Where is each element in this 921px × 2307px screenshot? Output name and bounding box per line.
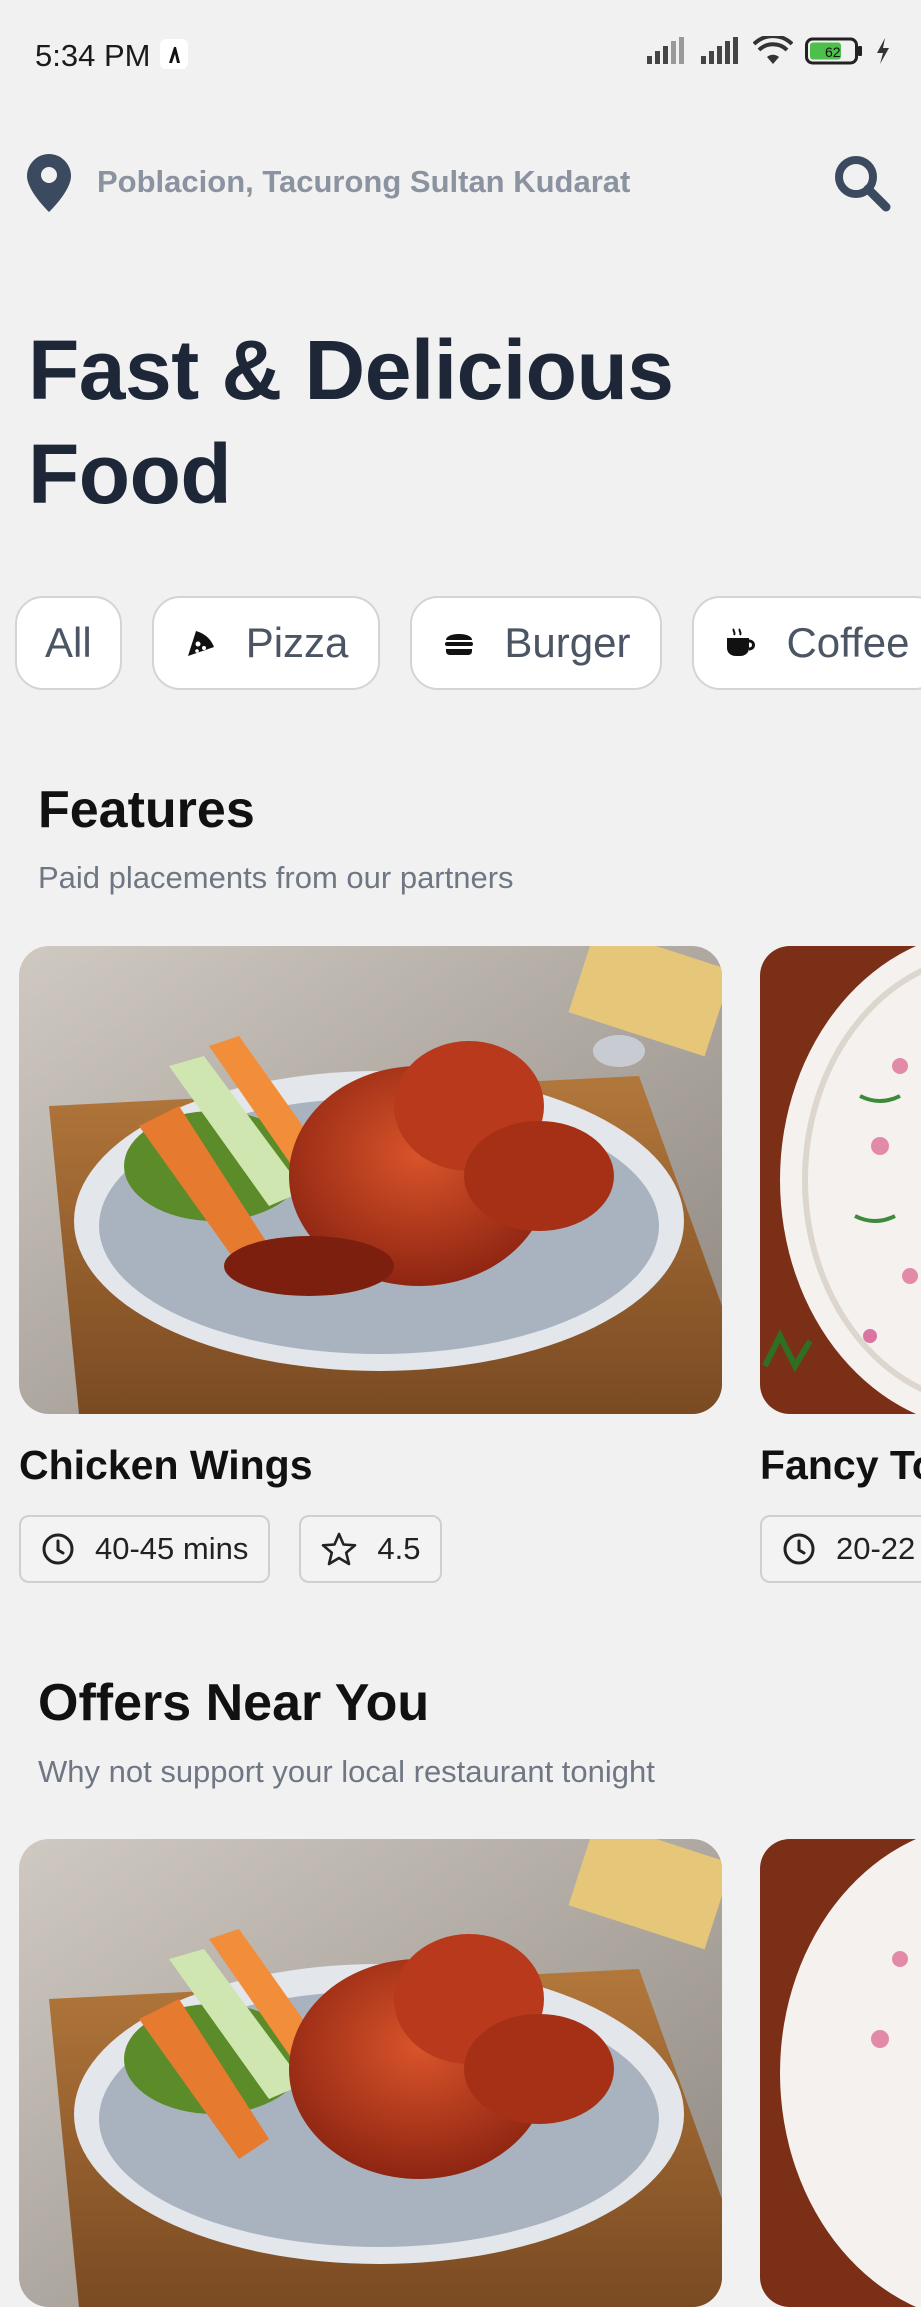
offers-subtitle: Why not support your local restaurant to… — [38, 1754, 655, 1789]
food-image[interactable] — [19, 946, 722, 1414]
status-time: 5:34 PM — [35, 38, 151, 73]
signal-icon-2 — [701, 37, 738, 64]
notification-app-icon — [160, 39, 188, 69]
wifi-icon — [753, 36, 793, 64]
offer-card[interactable] — [19, 1839, 722, 2307]
food-image[interactable] — [760, 946, 921, 1414]
food-image[interactable] — [760, 1839, 921, 2307]
rating-badge: 4.5 — [299, 1515, 443, 1583]
clock-icon — [42, 1533, 74, 1565]
status-icons: 62 — [645, 36, 891, 66]
pizza-icon — [184, 626, 218, 660]
offer-card[interactable] — [760, 1839, 921, 2307]
rating-text: 4.5 — [377, 1531, 421, 1566]
battery-icon: 62 — [805, 37, 862, 65]
category-chip-all[interactable]: All — [15, 596, 122, 690]
signal-icon — [647, 37, 684, 64]
card-meta: 40-45 mins 4.5 — [19, 1515, 443, 1583]
location-bar[interactable]: Poblacion, Tacurong Sultan Kudarat — [0, 150, 921, 220]
offers-title: Offers Near You — [38, 1674, 430, 1732]
feature-card[interactable]: Fancy To 20-22 — [760, 946, 921, 1583]
category-chip-burger[interactable]: Burger — [410, 596, 663, 690]
burger-icon — [442, 626, 476, 660]
status-bar: 5:34 PM 62 — [0, 0, 921, 110]
charging-icon — [877, 38, 889, 64]
battery-level-text: 62 — [825, 44, 841, 60]
location-pin-icon — [27, 154, 71, 212]
category-chip-label: Burger — [504, 619, 631, 666]
food-image[interactable] — [19, 1839, 722, 2307]
coffee-icon — [724, 626, 758, 660]
search-icon — [835, 156, 891, 212]
features-subtitle: Paid placements from our partners — [38, 860, 514, 895]
category-chip-coffee[interactable]: Coffee — [692, 596, 921, 690]
headline-line-1: Fast & Delicious — [28, 323, 674, 417]
category-chip-pizza[interactable]: Pizza — [151, 596, 381, 690]
card-meta: 20-22 — [760, 1515, 921, 1583]
delivery-time-text: 40-45 mins — [95, 1531, 249, 1566]
headline-line-2: Food — [28, 427, 232, 521]
card-title: Fancy To — [760, 1442, 921, 1488]
features-title: Features — [38, 781, 255, 839]
delivery-time-badge: 20-22 — [760, 1515, 921, 1583]
feature-card[interactable]: Chicken Wings 40-45 mins 4.5 — [19, 946, 722, 1583]
card-title: Chicken Wings — [19, 1442, 313, 1488]
category-chip-label: All — [45, 619, 92, 666]
location-text[interactable]: Poblacion, Tacurong Sultan Kudarat — [97, 164, 630, 200]
delivery-time-text: 20-22 — [836, 1531, 916, 1566]
search-button[interactable] — [829, 150, 895, 216]
page-headline: Fast & Delicious Food — [28, 318, 674, 526]
category-chips: All Pizza Burger Coffee — [15, 596, 921, 694]
star-icon — [322, 1532, 357, 1566]
category-chip-label: Pizza — [245, 619, 349, 666]
category-chip-label: Coffee — [786, 619, 910, 666]
clock-icon — [783, 1533, 815, 1565]
delivery-time-badge: 40-45 mins — [19, 1515, 271, 1583]
